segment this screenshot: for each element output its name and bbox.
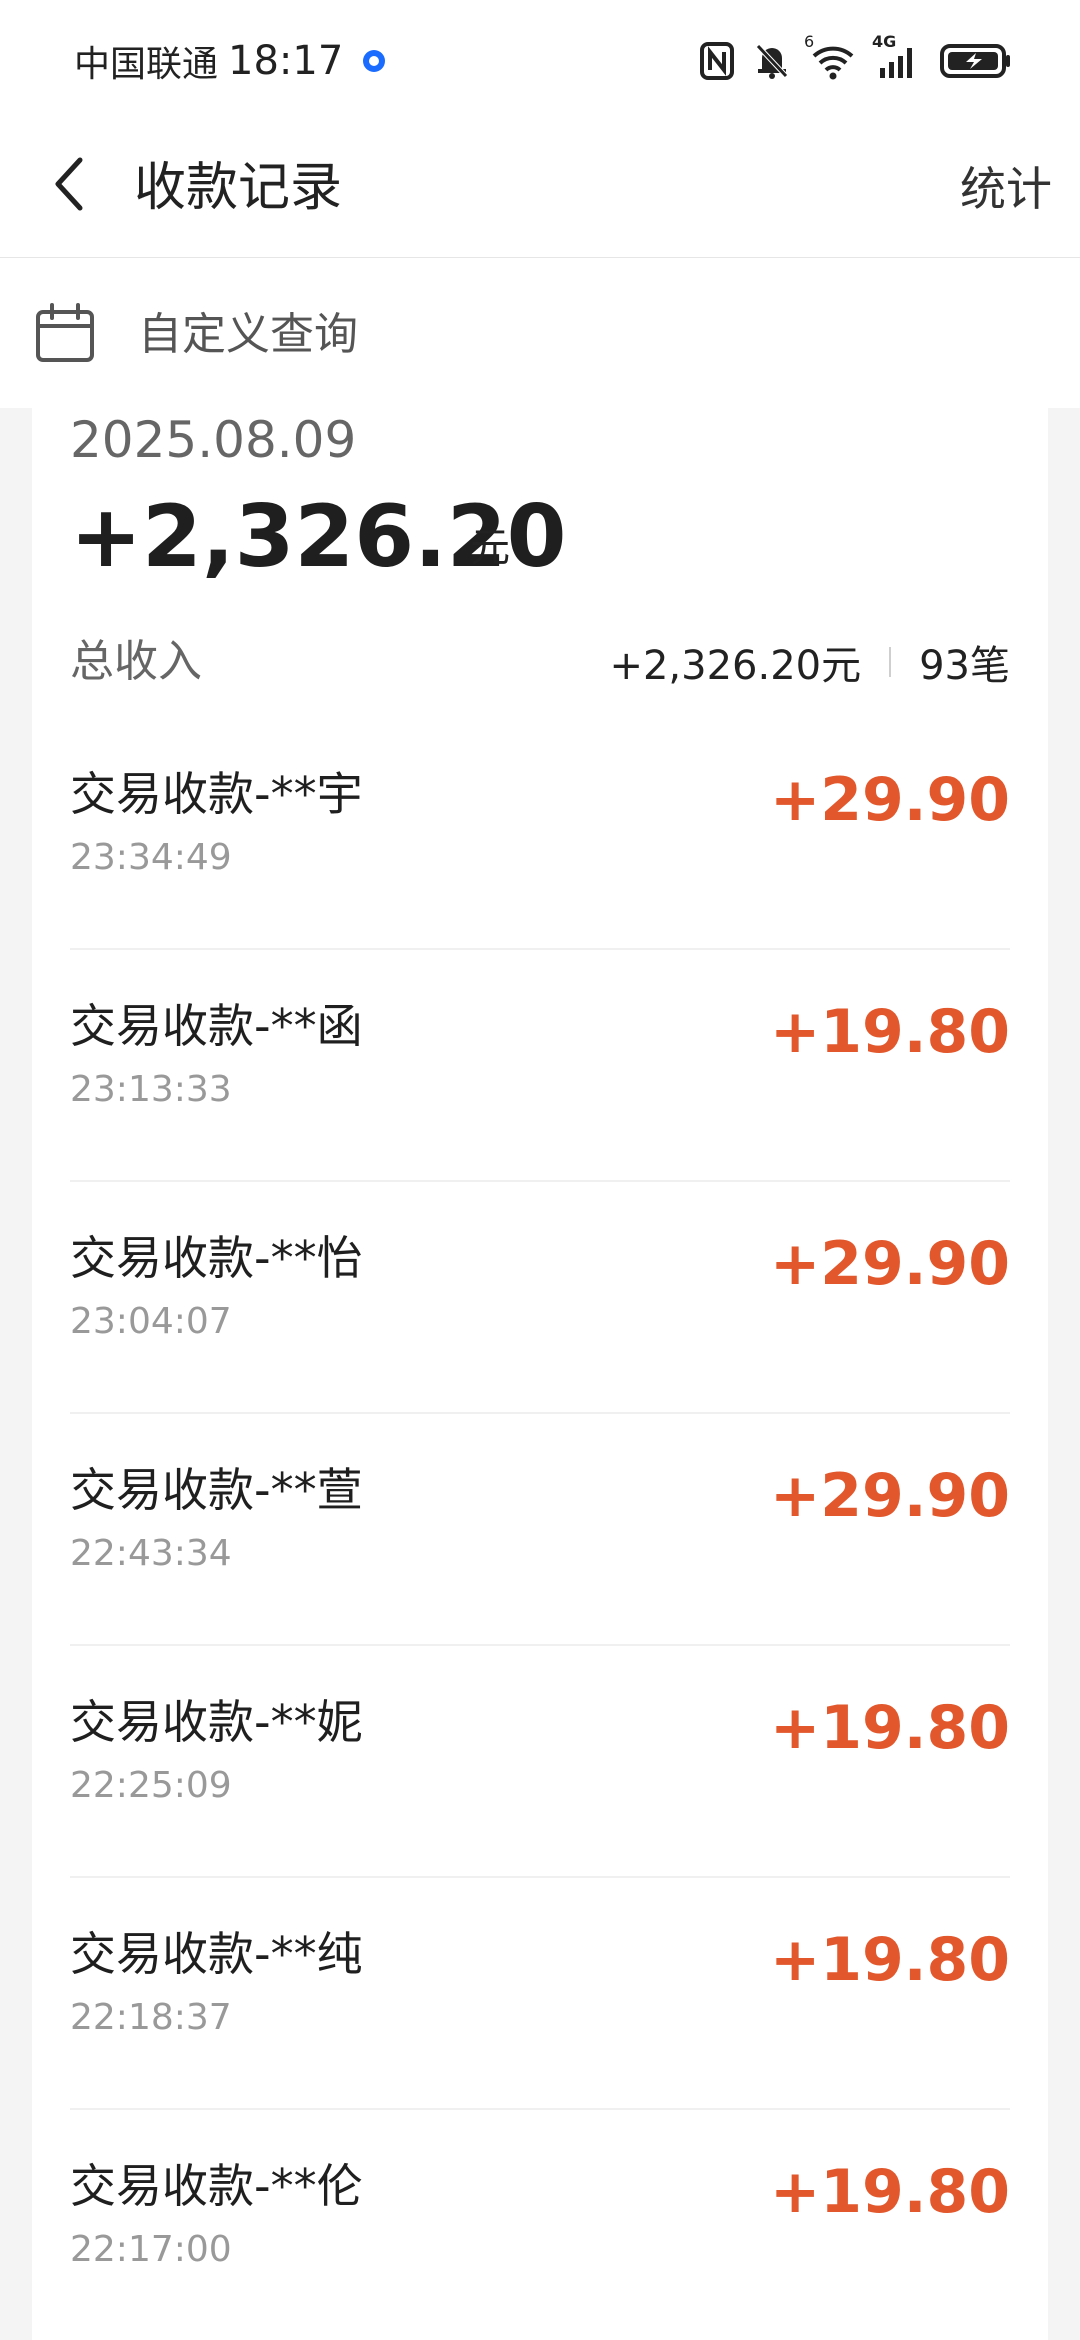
transaction-amount: +19.80 (769, 1693, 1010, 1763)
transaction-title: 交易收款-**宇 (70, 767, 363, 821)
income-label: 总收入 (70, 636, 202, 687)
custom-query-label: 自定义查询 (138, 309, 358, 360)
location-indicator-icon (363, 50, 386, 72)
date-label: 2025.08.09 (70, 411, 357, 469)
transaction-title: 交易收款-**怡 (70, 1231, 363, 1285)
transaction-time: 23:34:49 (70, 837, 232, 878)
wifi-badge: 6 (804, 32, 815, 51)
calendar-icon (34, 302, 96, 364)
income-amount: +2,326.20元 (609, 643, 862, 689)
transaction-time: 22:17:00 (70, 2229, 232, 2270)
transaction-time: 23:13:33 (70, 1069, 232, 1110)
transaction-time: 22:18:37 (70, 1997, 232, 2038)
network-type: 4G (872, 32, 897, 51)
transaction-title: 交易收款-**函 (70, 999, 363, 1053)
bell-off-icon (754, 42, 790, 80)
nfc-icon (700, 42, 734, 80)
app-header: 收款记录 统计 (0, 120, 1080, 258)
income-summary: 总收入 +2,326.20元 93笔 (70, 622, 1010, 702)
page-title: 收款记录 (134, 158, 343, 218)
chevron-left-icon (50, 154, 90, 218)
signal-icon: 4G (872, 32, 920, 80)
transaction-time: 23:04:07 (70, 1301, 232, 1342)
transaction-title: 交易收款-**纯 (70, 1927, 363, 1981)
transaction-title: 交易收款-**妮 (70, 1695, 363, 1749)
transaction-time: 22:25:09 (70, 1765, 232, 1806)
transaction-title: 交易收款-**伦 (70, 2159, 363, 2213)
income-summary-values: +2,326.20元 93笔 (609, 630, 1010, 694)
wifi-icon: 6 (804, 32, 856, 80)
custom-query-button[interactable]: 自定义查询 (0, 258, 1080, 408)
status-left: 中国联通 18:17 (74, 34, 386, 88)
transaction-row[interactable]: 交易收款-**纯 22:18:37 +19.80 (70, 1878, 1010, 2110)
transaction-amount: +19.80 (769, 1925, 1010, 1995)
transaction-time: 22:43:34 (70, 1533, 232, 1574)
transaction-row[interactable]: 交易收款-**怡 23:04:07 +29.90 (70, 1182, 1010, 1414)
transaction-amount: +29.90 (769, 1229, 1010, 1299)
total-unit: 元 (470, 525, 510, 571)
transaction-row[interactable]: 交易收款-**萱 22:43:34 +29.90 (70, 1414, 1010, 1646)
transaction-amount: +29.90 (769, 1461, 1010, 1531)
status-time: 18:17 (228, 38, 344, 84)
transaction-amount: +19.80 (769, 997, 1010, 1067)
transaction-row[interactable]: 交易收款-**宇 23:34:49 +29.90 (70, 718, 1010, 950)
summary-divider (889, 647, 892, 677)
transaction-amount: +29.90 (769, 765, 1010, 835)
transaction-title: 交易收款-**萱 (70, 1463, 363, 1517)
transaction-row[interactable]: 交易收款-**函 23:13:33 +19.80 (70, 950, 1010, 1182)
transaction-row[interactable]: 交易收款-**妮 22:25:09 +19.80 (70, 1646, 1010, 1878)
transaction-count: 93笔 (919, 643, 1010, 689)
back-button[interactable] (30, 146, 110, 226)
records-card: 2025.08.09 +2,326.20 元 总收入 +2,326.20元 93… (32, 408, 1048, 2340)
transaction-list: 交易收款-**宇 23:34:49 +29.90 交易收款-**函 23:13:… (70, 718, 1010, 2340)
carrier-name: 中国联通 (74, 44, 219, 85)
status-icons: 6 4G (700, 32, 1012, 86)
page: 中国联通 18:17 6 4G 收款记录 统计 自定义查询 2025.08.09… (0, 0, 1080, 2340)
statistics-button[interactable]: 统计 (960, 154, 1052, 224)
transaction-row[interactable]: 交易收款-**伦 22:17:00 +19.80 (70, 2110, 1010, 2340)
status-bar: 中国联通 18:17 6 4G (0, 0, 1080, 120)
transaction-amount: +19.80 (769, 2157, 1010, 2227)
battery-charging-icon (940, 42, 1012, 80)
